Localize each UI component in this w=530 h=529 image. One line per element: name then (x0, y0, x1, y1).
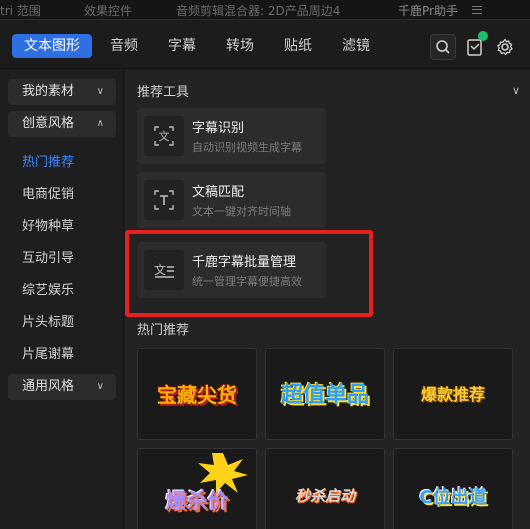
settings-button[interactable] (492, 34, 518, 60)
sidebar-item-interaction[interactable]: 互动引导 (22, 247, 74, 266)
tool-description: 自动识别视频生成字幕 (192, 141, 302, 154)
thumbnail-text: 秒杀启动 (294, 487, 355, 505)
notification-badge (478, 31, 488, 41)
sidebar-item-ending[interactable]: 片尾谢幕 (22, 343, 74, 362)
recommended-tools-title: 推荐工具 (137, 85, 190, 100)
highlight-annotation (125, 230, 373, 317)
tab-filters[interactable]: 滤镜 (342, 35, 370, 57)
chevron-up-icon: ∧ (96, 118, 104, 129)
sidebar-item-variety[interactable]: 综艺娱乐 (22, 279, 74, 298)
sidebar-group-general-style[interactable]: 通用风格 ∨ (8, 374, 116, 400)
thumbnail-text: 爆杀价 (165, 489, 229, 513)
template-thumbnail[interactable]: C位出道 (393, 448, 513, 529)
search-icon (436, 40, 450, 54)
hot-recommend-title: 热门推荐 (137, 323, 190, 338)
gear-icon (497, 38, 513, 56)
chevron-down-icon: ∨ (96, 381, 104, 392)
main-nav: 文本图形 音频 字幕 转场 贴纸 滤镜 (0, 21, 530, 69)
text-match-icon (144, 180, 184, 220)
search-button[interactable] (430, 34, 456, 60)
sidebar-group-label: 我的素材 (22, 84, 75, 99)
collapse-chevron-icon[interactable]: ∨ (512, 84, 520, 97)
tool-title: 文稿匹配 (192, 185, 245, 200)
thumbnail-text: C位出道 (419, 487, 487, 508)
thumbnail-text: 宝藏尖货 (157, 383, 237, 407)
sidebar-item-product-picks[interactable]: 好物种草 (22, 215, 74, 234)
panel-tab-range[interactable]: tri 范围 (0, 2, 41, 19)
tool-card-text-match[interactable]: 文稿匹配 文本一键对齐时间轴 (137, 172, 326, 228)
template-thumbnail[interactable]: 宝藏尖货 (137, 348, 257, 440)
sidebar-item-ecommerce[interactable]: 电商促销 (22, 183, 74, 202)
tab-text-graphics[interactable]: 文本图形 (12, 34, 92, 58)
template-thumbnail[interactable]: 超值单品 (265, 348, 385, 440)
content-panel: 推荐工具 ∨ 文 字幕识别 自动识别视频生成字幕 文稿匹配 文本一键对齐时间轴 … (125, 70, 530, 529)
subtitle-recognition-icon: 文 (144, 116, 184, 156)
sidebar-item-opening-title[interactable]: 片头标题 (22, 311, 74, 330)
sidebar-group-my-assets[interactable]: 我的素材 ∨ (8, 79, 116, 105)
thumbnail-text: 爆款推荐 (420, 385, 485, 404)
sidebar-item-hot[interactable]: 热门推荐 (22, 151, 74, 170)
template-thumbnail[interactable]: 爆杀价 (137, 448, 257, 529)
tab-transitions[interactable]: 转场 (226, 35, 254, 57)
panel-tab-effect-controls[interactable]: 效果控件 (84, 2, 132, 19)
tab-audio[interactable]: 音频 (110, 35, 138, 57)
svg-text:文: 文 (159, 129, 170, 143)
panel-tab-assistant[interactable]: 千鹿Pr助手 (398, 2, 458, 19)
tool-title: 字幕识别 (192, 121, 245, 136)
tab-subtitles[interactable]: 字幕 (168, 35, 196, 57)
sidebar-group-label: 创意风格 (22, 116, 75, 131)
tool-description: 文本一键对齐时间轴 (192, 205, 291, 218)
template-thumbnail[interactable]: 秒杀启动 (265, 448, 385, 529)
chevron-down-icon: ∨ (96, 86, 104, 97)
tab-stickers[interactable]: 贴纸 (284, 35, 312, 57)
category-sidebar: 我的素材 ∨ 创意风格 ∧ 热门推荐 电商促销 好物种草 互动引导 综艺娱乐 片… (0, 70, 124, 529)
panel-menu-icon[interactable] (472, 6, 482, 14)
sidebar-group-label: 通用风格 (22, 379, 75, 394)
clipboard-button[interactable] (462, 31, 488, 60)
template-thumbnail[interactable]: 爆款推荐 (393, 348, 513, 440)
panel-tab-audio-mixer[interactable]: 音频剪辑混合器: 2D产品周边4 (176, 2, 340, 19)
panel-tab-strip: tri 范围 效果控件 音频剪辑混合器: 2D产品周边4 千鹿Pr助手 (0, 0, 530, 20)
tool-card-subtitle-recognition[interactable]: 文 字幕识别 自动识别视频生成字幕 (137, 108, 326, 164)
thumbnail-text: 超值单品 (280, 383, 369, 408)
sidebar-group-creative-style[interactable]: 创意风格 ∧ (8, 111, 116, 137)
